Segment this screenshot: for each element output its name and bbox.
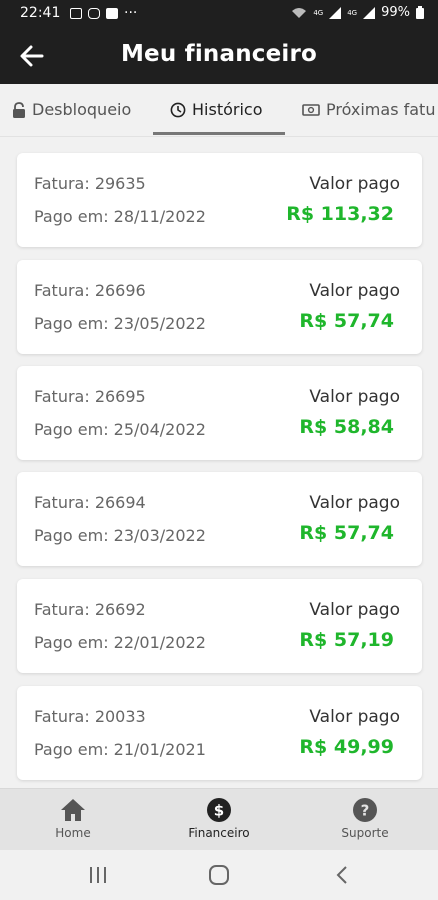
more-notifications: ···: [124, 5, 138, 21]
paid-amount: R$ 113,32: [286, 203, 394, 225]
nav-label: Financeiro: [188, 826, 250, 840]
system-icons: 4G 4G 99%: [291, 5, 424, 20]
invoice-card[interactable]: Fatura: 26695 Pago em: 25/04/2022 Valor …: [17, 366, 422, 460]
bottom-nav: Home $ Financeiro ? Suporte: [0, 788, 438, 851]
invoice-card[interactable]: Fatura: 29635 Pago em: 28/11/2022 Valor …: [17, 153, 422, 247]
paid-date: Pago em: 25/04/2022: [34, 420, 206, 439]
status-bar: 22:41 ··· 4G 4G 99%: [0, 0, 438, 28]
paid-date: Pago em: 21/01/2021: [34, 740, 206, 759]
tab-label: Histórico: [192, 100, 263, 119]
invoice-list[interactable]: Fatura: 29635 Pago em: 28/11/2022 Valor …: [0, 136, 438, 788]
nav-home[interactable]: Home: [13, 797, 133, 840]
status-time: 22:41: [20, 5, 61, 21]
paid-date: Pago em: 23/05/2022: [34, 314, 206, 333]
signal-b-label: 4G: [347, 8, 358, 17]
invoice-card[interactable]: Fatura: 26694 Pago em: 23/03/2022 Valor …: [17, 472, 422, 566]
dollar-circle-icon: $: [207, 798, 231, 822]
invoice-number: Fatura: 26694: [34, 493, 146, 512]
app-bar: Meu financeiro: [0, 28, 438, 84]
paid-amount: R$ 57,19: [299, 629, 394, 651]
svg-text:$: $: [214, 802, 224, 820]
tab-label: Desbloqueio: [32, 100, 132, 119]
battery-icon: [416, 6, 424, 19]
paid-amount: R$ 57,74: [299, 522, 394, 544]
tab-label: Próximas fatu: [326, 100, 436, 119]
help-circle-icon: ?: [353, 798, 377, 822]
lock-icon: [13, 101, 25, 118]
bill-icon: [302, 103, 320, 116]
invoice-number: Fatura: 26692: [34, 600, 146, 619]
notification-icons: ···: [70, 5, 137, 21]
gallery-icon: [70, 7, 82, 19]
invoice-number: Fatura: 26696: [34, 281, 146, 300]
youtube-icon: [106, 7, 118, 19]
invoice-card[interactable]: Fatura: 20033 Pago em: 21/01/2021 Valor …: [17, 686, 422, 780]
invoice-card[interactable]: Fatura: 26692 Pago em: 22/01/2022 Valor …: [17, 579, 422, 673]
svg-text:?: ?: [361, 802, 370, 820]
tab-proximas-faturas[interactable]: Próximas fatu: [302, 100, 435, 119]
invoice-number: Fatura: 29635: [34, 174, 146, 193]
paid-amount-label: Valor pago: [309, 281, 400, 301]
wifi-icon: [292, 7, 307, 18]
invoice-card[interactable]: Fatura: 26696 Pago em: 23/05/2022 Valor …: [17, 260, 422, 354]
paid-amount-label: Valor pago: [309, 174, 400, 194]
paid-amount: R$ 57,74: [299, 310, 394, 332]
paid-amount-label: Valor pago: [309, 387, 400, 407]
invoice-number: Fatura: 26695: [34, 387, 146, 406]
home-icon: [61, 799, 85, 821]
home-button-icon[interactable]: [207, 864, 231, 886]
tab-desbloqueio[interactable]: Desbloqueio: [12, 100, 131, 119]
invoice-number: Fatura: 20033: [34, 707, 146, 726]
paid-amount: R$ 49,99: [299, 736, 394, 758]
signal-icon: [329, 6, 342, 19]
instagram-icon: [88, 7, 100, 19]
back-button-icon[interactable]: [330, 864, 354, 886]
paid-amount-label: Valor pago: [309, 707, 400, 727]
tab-historico[interactable]: Histórico: [170, 100, 262, 119]
paid-amount-label: Valor pago: [309, 493, 400, 513]
nav-financeiro[interactable]: $ Financeiro: [159, 797, 279, 840]
recent-apps-icon[interactable]: [86, 864, 110, 886]
nav-label: Home: [55, 826, 91, 840]
active-tab-indicator: [153, 132, 285, 135]
nav-label: Suporte: [341, 826, 389, 840]
paid-date: Pago em: 22/01/2022: [34, 633, 206, 652]
system-nav-bar: [0, 850, 438, 900]
clock-icon: [170, 102, 186, 117]
signal-a-label: 4G: [313, 8, 324, 17]
page-title: Meu financeiro: [120, 41, 318, 67]
signal-icon: [363, 6, 376, 19]
paid-date: Pago em: 28/11/2022: [34, 207, 206, 226]
tab-bar: Desbloqueio Histórico Próximas fatu: [0, 84, 438, 137]
paid-amount-label: Valor pago: [309, 600, 400, 620]
nav-suporte[interactable]: ? Suporte: [305, 797, 425, 840]
paid-amount: R$ 58,84: [299, 416, 394, 438]
paid-date: Pago em: 23/03/2022: [34, 526, 206, 545]
battery-percent: 99%: [381, 5, 410, 20]
